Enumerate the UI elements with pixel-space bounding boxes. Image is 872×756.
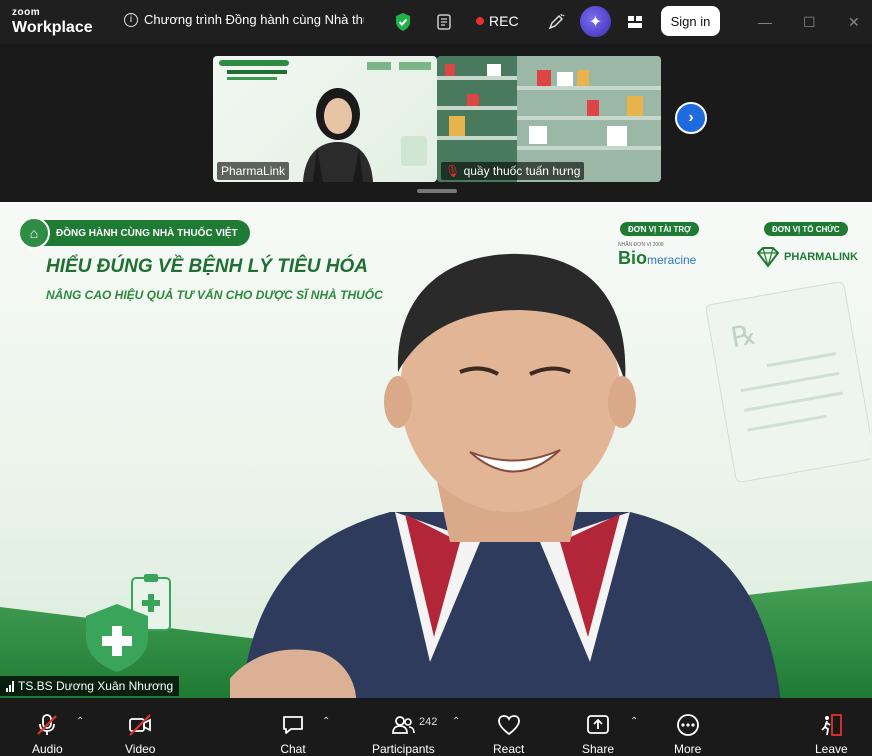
medical-shield-icon <box>86 574 171 672</box>
annotate-pen-icon[interactable] <box>546 12 566 32</box>
react-label: React <box>493 742 525 756</box>
meeting-toolbar: Audio ⌃ Video Chat ⌃ Participants 242 ⌃ … <box>0 698 872 756</box>
video-off-icon <box>129 714 152 736</box>
participant-thumbnail[interactable]: PharmaLink <box>213 56 437 182</box>
title-bar: zoom Workplace i Chương trình Đồng hành … <box>0 0 872 44</box>
ai-companion-sparkle-icon[interactable]: ✦ <box>580 6 611 37</box>
participants-label: Participants <box>372 742 435 756</box>
more-button[interactable]: More <box>674 712 701 756</box>
apps-grid-icon[interactable] <box>625 12 645 32</box>
audio-options-chevron-icon[interactable]: ⌃ <box>76 716 84 727</box>
organizer-logo-text: PHARMALINK <box>784 251 858 263</box>
share-label: Share <box>582 742 615 756</box>
chat-button[interactable]: Chat <box>280 712 306 756</box>
close-icon[interactable]: ✕ <box>848 14 860 31</box>
react-button[interactable]: React <box>493 712 524 756</box>
security-shield-icon[interactable] <box>394 12 412 32</box>
sponsor-tag: ĐƠN VỊ TÀI TRỢ <box>620 222 699 236</box>
record-dot-icon <box>476 17 484 25</box>
thumbnail-name: PharmaLink <box>217 162 290 180</box>
participants-count: 242 <box>419 716 438 728</box>
more-label: More <box>674 742 702 756</box>
banner-text: ĐỒNG HÀNH CÙNG NHÀ THUỐC VIỆT <box>56 227 238 239</box>
participants-icon <box>392 716 416 734</box>
share-button[interactable]: Share <box>582 712 614 756</box>
sign-in-button[interactable]: Sign in <box>661 6 720 36</box>
video-label: Video <box>125 742 156 756</box>
minimize-icon[interactable]: — <box>758 14 772 30</box>
chat-options-chevron-icon[interactable]: ⌃ <box>322 716 330 727</box>
next-page-chevron-icon[interactable]: › <box>675 102 707 134</box>
thumbnail-strip: PharmaLink 🎙 quầy thuốc tuấn hưng › <box>0 44 872 202</box>
resize-handle[interactable] <box>417 189 457 193</box>
participant-thumbnail[interactable]: 🎙 quầy thuốc tuấn hưng <box>437 56 661 182</box>
share-screen-icon <box>587 715 609 734</box>
signal-bars-icon <box>6 680 14 692</box>
chat-bubble-icon <box>283 716 303 734</box>
organizer-tag: ĐƠN VỊ TỔ CHỨC <box>764 222 848 236</box>
leave-door-icon <box>821 714 843 736</box>
heart-icon <box>497 715 520 736</box>
main-video: ℞ ⌂ ĐỒNG HÀNH CÙNG NHÀ THUỐC VIỆT HIỂU Đ… <box>0 202 872 698</box>
chat-label: Chat <box>280 742 306 756</box>
recording-indicator[interactable]: REC <box>476 13 519 29</box>
leave-button[interactable]: Leave <box>815 712 848 756</box>
more-dots-icon <box>676 714 699 736</box>
audio-button[interactable]: Audio <box>32 712 63 756</box>
audio-label: Audio <box>32 742 63 756</box>
muted-mic-icon: 🎙 <box>445 164 461 178</box>
video-button[interactable]: Video <box>125 712 155 756</box>
maximize-icon[interactable]: ☐ <box>803 14 816 31</box>
brand-small: zoom <box>12 7 41 18</box>
rec-label: REC <box>489 13 519 29</box>
leave-label: Leave <box>815 742 848 756</box>
speaker-name-tag: TS.BS Dương Xuân Nhương <box>0 676 180 696</box>
zoom-logo: zoom Workplace <box>12 8 93 36</box>
slide-banner: ⌂ ĐỒNG HÀNH CÙNG NHÀ THUỐC VIỆT <box>18 217 250 249</box>
speaker-name: TS.BS Dương Xuân Nhương <box>18 679 174 693</box>
speaker-video <box>230 253 781 698</box>
share-options-chevron-icon[interactable]: ⌃ <box>630 716 638 727</box>
thumbnail-name: 🎙 quầy thuốc tuấn hưng <box>441 162 585 180</box>
meeting-title: Chương trình Đồng hành cùng Nhà thuố <box>144 12 364 27</box>
participants-options-chevron-icon[interactable]: ⌃ <box>452 716 460 727</box>
thumbnail-name-text: quầy thuốc tuấn hưng <box>463 164 581 178</box>
info-icon[interactable]: i <box>124 12 138 27</box>
pharmacy-house-icon: ⌂ <box>18 217 50 249</box>
brand-large: Workplace <box>12 19 93 36</box>
notes-icon[interactable] <box>434 12 454 32</box>
muted-mic-icon <box>37 714 58 735</box>
meeting-info[interactable]: i Chương trình Đồng hành cùng Nhà thuố <box>124 12 364 27</box>
